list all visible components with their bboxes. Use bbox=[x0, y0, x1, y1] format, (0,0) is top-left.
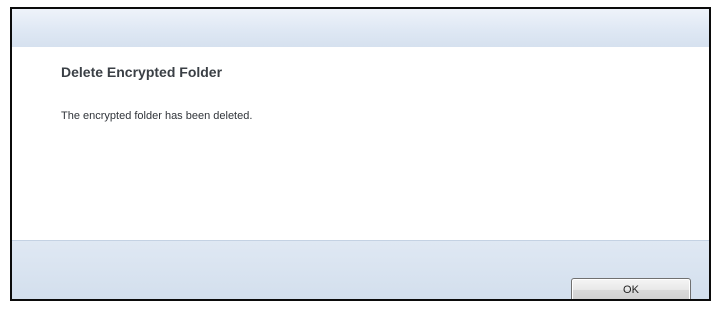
dialog-title-bar[interactable] bbox=[12, 9, 709, 47]
dialog-heading: Delete Encrypted Folder bbox=[61, 64, 223, 80]
screen: Delete Encrypted Folder The encrypted fo… bbox=[0, 0, 719, 329]
dialog-button-bar: OK bbox=[12, 240, 709, 299]
ok-button[interactable]: OK bbox=[571, 278, 691, 299]
delete-folder-dialog: Delete Encrypted Folder The encrypted fo… bbox=[10, 7, 711, 301]
dialog-message: The encrypted folder has been deleted. bbox=[61, 110, 253, 122]
